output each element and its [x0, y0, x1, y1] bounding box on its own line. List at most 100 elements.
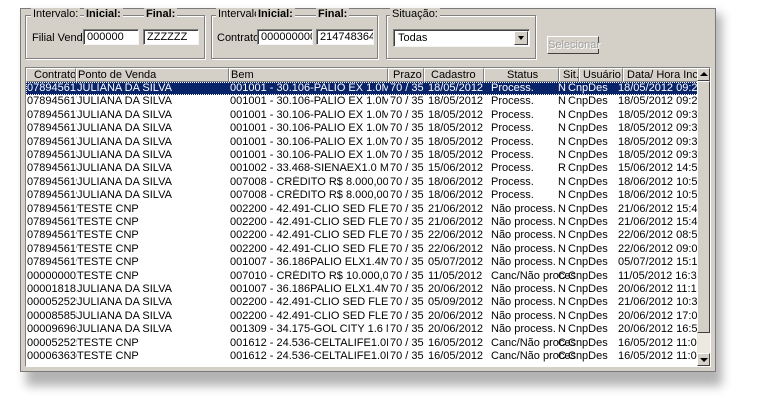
cell-contrato: 0000525252	[27, 296, 77, 309]
cell-usuario: CnpDes	[568, 323, 608, 336]
cell-bem: 002200 - 42.491-CLIO SED FLEX1.6 16V	[230, 229, 388, 242]
cell-data-hora: 18/05/2012 09:36:24	[618, 149, 700, 161]
table-row[interactable]: 0789456192JULIANA DA SILVA 007008 - CRÉDI…	[26, 189, 700, 202]
filial-initial-label: Inicial:	[84, 8, 123, 20]
cell-sit: C	[558, 269, 566, 282]
cell-contrato: 0000858585	[27, 309, 77, 322]
cell-cadastro: 18/05/2012	[428, 108, 484, 121]
cell-bem: 001309 - 34.175-GOL CITY 1.6 MI TF 8V	[230, 323, 388, 336]
cell-ponto-venda: JULIANA DA SILVA	[77, 162, 172, 175]
contrato-label: Contrato:	[217, 32, 263, 44]
cell-bem: 002200 - 42.491-CLIO SED FLEX1.6 16V	[230, 309, 388, 322]
table-row[interactable]: 0789456178JULIANA DA SILVA 001001 - 30.10…	[26, 122, 700, 135]
cell-usuario: CnpDes	[568, 229, 608, 242]
cell-ponto-venda: JULIANA DA SILVA	[77, 108, 172, 121]
table-row[interactable]: 0789456196TESTE CNP 002200 - 42.491-CLIO …	[26, 229, 700, 242]
table-row[interactable]: 0000858585JULIANA DA SILVA 002200 - 42.49…	[26, 309, 700, 323]
chevron-down-icon[interactable]	[514, 31, 528, 45]
cell-data-hora: 21/06/2012 15:41:06	[618, 202, 700, 215]
table-row[interactable]: 0789456195TESTE CNP 002200 - 42.491-CLIO …	[26, 216, 700, 229]
cell-prazo: 70 / 35	[390, 189, 424, 202]
selecionar-button[interactable]: Selecionar	[547, 36, 600, 54]
filial-final-input[interactable]: ZZZZZZ	[143, 29, 199, 45]
table-row[interactable]: 0000636363TESTE CNP 001612 - 24.536-CELTA…	[26, 350, 700, 363]
cell-data-hora: 18/05/2012 09:34:33	[618, 122, 700, 135]
contrato-initial-input[interactable]: 0000000001	[257, 29, 313, 45]
contrato-final-input[interactable]: 2147483647	[316, 29, 374, 45]
cell-bem: 001002 - 33.468-SIENAEX1.0 MPI FIRE/F	[230, 162, 388, 175]
table-row[interactable]: 0789456197TESTE CNP 002200 - 42.491-CLIO …	[26, 243, 700, 256]
col-header-prazo[interactable]: Prazo	[388, 68, 424, 82]
contrato-interval-group: Intervalo: Inicial: Final: Contrato: 000…	[211, 8, 378, 59]
cell-prazo: 70 / 35	[390, 216, 424, 228]
table-row[interactable]: 0789456183JULIANA DA SILVA 001002 - 33.46…	[26, 162, 700, 175]
scroll-up-icon[interactable]	[697, 68, 710, 81]
situacao-select[interactable]: Todas	[393, 29, 530, 47]
cell-bem: 007008 - CRÉDITO R$ 8.000,00	[230, 175, 388, 188]
cell-cadastro: 11/05/2012	[428, 269, 483, 282]
grid-header: Contrato Ponto de Venda Bem Prazo Cadast…	[26, 68, 699, 82]
cell-data-hora: 18/05/2012 09:32:48	[618, 108, 700, 121]
cell-bem: 001007 - 36.186PALIO ELX1.4MPIF.F.8V	[230, 256, 388, 269]
cell-sit: N	[558, 108, 566, 121]
table-row[interactable]: 0789456174JULIANA DA SILVA 001001 - 30.10…	[26, 82, 700, 95]
situacao-selected-value: Todas	[398, 32, 428, 44]
cell-ponto-venda: JULIANA DA SILVA	[77, 175, 172, 188]
col-header-usuario[interactable]: Usuário	[579, 68, 623, 82]
col-header-data-hora[interactable]: Data/ Hora Inclusão	[623, 68, 699, 82]
cell-sit: N	[558, 309, 566, 322]
table-row[interactable]: 0000181818JULIANA DA SILVA 001007 - 36.18…	[26, 283, 700, 296]
scroll-thumb[interactable]	[697, 81, 710, 333]
cell-usuario: CnpDes	[568, 309, 608, 322]
cell-sit: C	[558, 336, 566, 349]
col-header-bem[interactable]: Bem	[229, 68, 388, 82]
col-header-contrato[interactable]: Contrato	[26, 68, 76, 82]
table-row[interactable]: 0000525252JULIANA DA SILVA 002200 - 42.49…	[26, 296, 700, 309]
cell-ponto-venda: TESTE CNP	[77, 202, 139, 215]
cell-usuario: CnpDes	[568, 82, 608, 94]
table-row[interactable]: 0000000025TESTE CNP 007010 - CRÉDITO R$ 1…	[26, 269, 700, 283]
cell-usuario: CnpDes	[568, 175, 608, 188]
cell-prazo: 70 / 35	[390, 350, 424, 362]
cell-contrato: 0789456175	[27, 95, 77, 108]
cell-prazo: 70 / 35	[390, 175, 424, 188]
cell-contrato: 0789456192	[27, 189, 77, 202]
cell-cadastro: 18/06/2012	[428, 175, 484, 188]
cell-ponto-venda: JULIANA DA SILVA	[77, 309, 172, 322]
filial-interval-legend: Intervalo:	[31, 8, 81, 20]
scroll-down-icon[interactable]	[697, 353, 710, 366]
cell-prazo: 70 / 35	[390, 108, 424, 121]
cell-contrato: 0000525252	[27, 336, 77, 349]
cell-cadastro: 05/07/2012	[428, 256, 484, 269]
table-row[interactable]: 0000969696JULIANA DA SILVA 001309 - 34.17…	[26, 323, 700, 336]
cell-cadastro: 15/06/2012	[428, 162, 484, 175]
filial-initial-input[interactable]: 000000	[83, 29, 139, 45]
table-row[interactable]: 0789456191JULIANA DA SILVA 007008 - CRÉDI…	[26, 175, 700, 189]
cell-ponto-venda: JULIANA DA SILVA	[77, 323, 172, 336]
cell-prazo: 70 / 35	[390, 95, 424, 108]
cell-data-hora: 16/05/2012 11:06:33	[618, 336, 700, 349]
cell-prazo: 70 / 35	[390, 283, 424, 295]
cell-sit: N	[558, 82, 566, 94]
table-row[interactable]: 0789456175JULIANA DA SILVA 001001 - 30.10…	[26, 95, 700, 108]
col-header-sit[interactable]: Sit.	[559, 68, 579, 82]
table-row[interactable]: 0789456177JULIANA DA SILVA 001001 - 30.10…	[26, 108, 700, 122]
cell-bem: 001007 - 36.186PALIO ELX1.4MPIF.F.8V	[230, 283, 388, 295]
filial-final-label: Final:	[144, 8, 178, 20]
cell-bem: 001001 - 30.106-PALIO EX 1.0MPIFIRE8V	[230, 149, 388, 161]
cell-usuario: CnpDes	[568, 149, 608, 161]
vertical-scrollbar[interactable]	[697, 68, 710, 366]
cell-usuario: CnpDes	[568, 95, 608, 108]
cell-sit: N	[558, 189, 566, 202]
col-header-status[interactable]: Status	[484, 68, 559, 82]
cell-bem: 001001 - 30.106-PALIO EX 1.0MPIFIRE8V	[230, 135, 388, 148]
table-row[interactable]: 0789456194TESTE CNP 002200 - 42.491-CLIO …	[26, 202, 700, 216]
table-row[interactable]: 0000525252TESTE CNP 001612 - 24.536-CELTA…	[26, 336, 700, 350]
table-row[interactable]: 0789456180JULIANA DA SILVA 001001 - 30.10…	[26, 149, 700, 162]
table-row[interactable]: 0789456179JULIANA DA SILVA 001001 - 30.10…	[26, 135, 700, 149]
col-header-ponto-venda[interactable]: Ponto de Venda	[76, 68, 229, 82]
cell-ponto-venda: JULIANA DA SILVA	[77, 122, 172, 135]
col-header-cadastro[interactable]: Cadastro	[424, 68, 484, 82]
cell-cadastro: 18/05/2012	[428, 149, 484, 161]
table-row[interactable]: 0789456198TESTE CNP 001007 - 36.186PALIO …	[26, 256, 700, 269]
